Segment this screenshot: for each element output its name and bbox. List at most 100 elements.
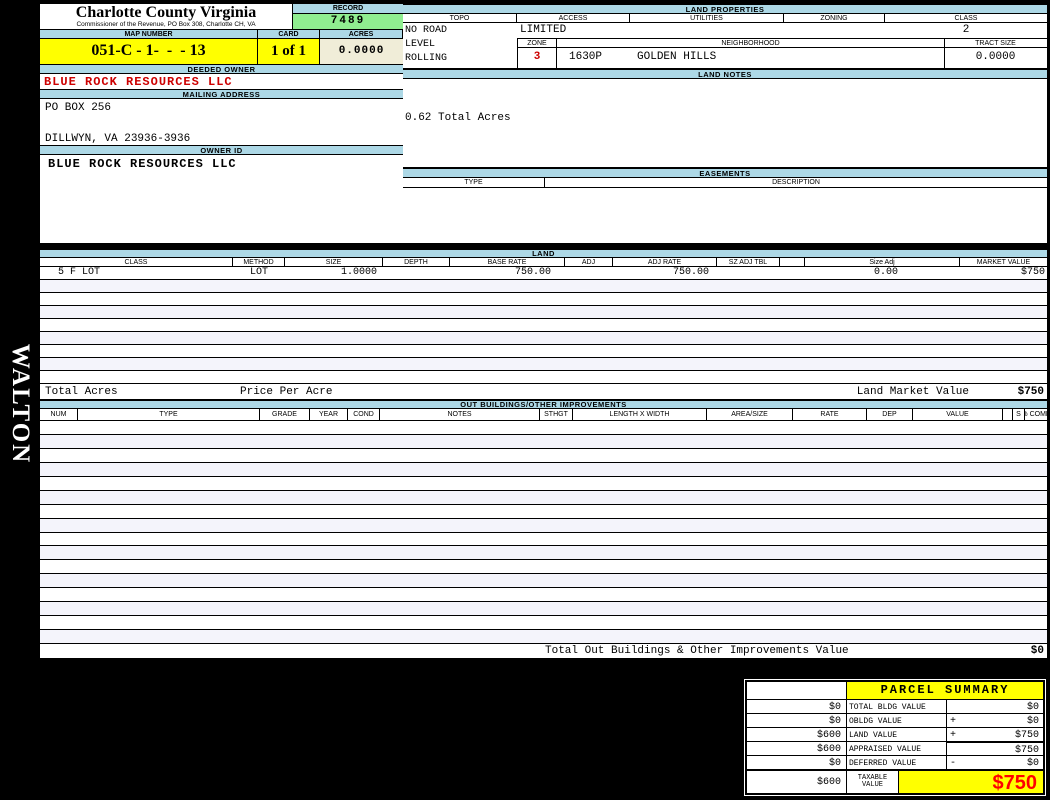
column-header-type: TYPE: [403, 178, 545, 187]
total-acres-label: Total Acres: [45, 385, 118, 398]
land-base-rate: 750.00: [514, 267, 551, 278]
parcel-summary-row: $600 APPRAISED VALUE $750: [747, 741, 1043, 756]
empty-table-row: [40, 602, 1047, 617]
owner-card: Charlotte County Virginia Commissioner o…: [40, 4, 403, 243]
deeded-owner-section-bar: DEEDED OWNER: [40, 64, 403, 74]
ob-column-header: AREA/SIZE: [707, 409, 793, 420]
out-buildings-section-bar: OUT BUILDINGS/OTHER IMPROVEMENTS: [40, 400, 1047, 409]
out-buildings-total-label: Total Out Buildings & Other Improvements…: [545, 645, 849, 657]
title-row: Charlotte County Virginia Commissioner o…: [40, 4, 403, 29]
column-header-utilities: UTILITIES: [630, 14, 784, 22]
neighborhood-name: GOLDEN HILLS: [637, 51, 717, 63]
mailing-address-section-bar: MAILING ADDRESS: [40, 89, 403, 99]
column-header-access: ACCESS: [517, 14, 630, 22]
row-op-value: $0: [947, 700, 1043, 713]
land-market-value-label: Land Market Value: [856, 385, 969, 398]
taxable-value-label: TAXABLE VALUE: [847, 771, 899, 793]
empty-table-row: [40, 448, 1047, 463]
prior-value: $0: [747, 700, 847, 713]
topo-value: NO ROAD: [405, 25, 448, 36]
topo-value: LEVEL: [405, 39, 436, 50]
easements-header-row: TYPE DESCRIPTION: [403, 178, 1047, 188]
zone-label: ZONE: [517, 39, 557, 47]
land-spacer: [780, 267, 805, 279]
map-number-label: MAP NUMBER: [40, 30, 258, 38]
row-value: $0: [1026, 716, 1039, 727]
land-empty-rows: [40, 280, 1047, 384]
land-column-header: ADJ RATE: [613, 258, 717, 266]
parcel-summary-row: $0 OBLDG VALUE + $0: [747, 713, 1043, 727]
land-class: 5 F LOT: [58, 267, 101, 278]
commissioner-line: Commissioner of the Revenue, PO Box 308,…: [76, 21, 256, 28]
ob-column-header: TYPE: [78, 409, 260, 420]
column-header-zoning: ZONING: [784, 14, 885, 22]
land-properties-card: LAND PROPERTIES TOPO ACCESS UTILITIES ZO…: [403, 4, 1047, 243]
taxable-label-line2: VALUE: [861, 781, 883, 789]
land-column-header: ADJ: [565, 258, 613, 266]
deeded-owner-value: BLUE ROCK RESOURCES LLC: [44, 75, 233, 89]
land-size-adj: 0.00: [873, 267, 898, 278]
empty-table-row: [40, 332, 1047, 345]
land-column-header: CLASS: [40, 258, 233, 266]
column-header-description: DESCRIPTION: [772, 179, 820, 186]
parcel-summary-title: PARCEL SUMMARY: [847, 682, 1043, 699]
empty-table-row: [40, 630, 1047, 644]
vertical-county-label: WALTON: [7, 343, 35, 465]
empty-table-row: [40, 280, 1047, 293]
map-number-value: 051-C - 1- - - 13: [40, 39, 258, 64]
ob-column-header: DEP: [867, 409, 913, 420]
mailing-address-line2: DILLWYN, VA 23936-3936: [45, 133, 191, 145]
empty-table-row: [40, 434, 1047, 449]
out-buildings-empty-rows: [40, 421, 1047, 644]
land-column-header: [780, 258, 805, 266]
empty-table-row: [40, 293, 1047, 306]
land-column-header: SZ ADJ TBL: [717, 258, 780, 266]
row-label: OBLDG VALUE: [847, 714, 947, 727]
neighborhood-value: 1630P GOLDEN HILLS: [557, 48, 945, 68]
land-market-value: $750: [1020, 267, 1045, 278]
county-title: Charlotte County Virginia: [75, 4, 257, 21]
record-value: 7489: [293, 14, 403, 29]
land-table-row: 5 F LOT LOT 1.0000 750.00 750.00 0.00 $7…: [40, 267, 1047, 280]
card-label: CARD: [258, 30, 320, 38]
empty-table-row: [40, 518, 1047, 533]
empty-table-row: [40, 616, 1047, 631]
zone-neighborhood-value-row: 3 1630P GOLDEN HILLS 0.0000: [517, 48, 1047, 68]
empty-table-row: [40, 319, 1047, 332]
land-column-header: BASE RATE: [450, 258, 565, 266]
empty-table-row: [40, 306, 1047, 319]
row-label: TOTAL BLDG VALUE: [847, 700, 947, 713]
title-block: Charlotte County Virginia Commissioner o…: [40, 4, 292, 29]
empty-table-row: [40, 588, 1047, 603]
ob-column-header: LENGTH X WIDTH: [573, 409, 707, 420]
ob-column-header: NUM: [40, 409, 78, 420]
empty-table-row: [40, 421, 1047, 435]
prior-value: $0: [747, 756, 847, 769]
class-value: 2: [962, 24, 970, 36]
parcel-summary-row: $0 TOTAL BLDG VALUE $0: [747, 699, 1043, 713]
row-op-value: $750: [947, 741, 1043, 756]
neighborhood-label: NEIGHBORHOOD: [557, 39, 945, 47]
land-size: 1.0000: [340, 267, 377, 278]
ob-column-header: STHGT: [540, 409, 573, 420]
land-method: LOT: [249, 267, 268, 278]
easements-empty-area: [403, 188, 1047, 243]
empty-table-row: [40, 371, 1047, 384]
parcel-summary-row: $600 LAND VALUE + $750: [747, 727, 1043, 741]
row-label: DEFERRED VALUE: [847, 756, 947, 769]
ob-column-header: S: [1013, 409, 1025, 420]
row-op-value: + $0: [947, 714, 1043, 727]
map-card-acres-header-row: MAP NUMBER CARD ACRES: [40, 29, 403, 39]
row-op-value: + $750: [947, 728, 1043, 741]
land-adj: [565, 267, 613, 279]
easements-section-bar: EASEMENTS: [403, 168, 1047, 178]
out-buildings-total-row: Total Out Buildings & Other Improvements…: [40, 644, 1047, 658]
empty-table-row: [40, 345, 1047, 358]
owner-id-value: BLUE ROCK RESOURCES LLC: [48, 157, 237, 171]
ob-column-header: VALUE: [913, 409, 1003, 420]
ob-column-header: COND: [348, 409, 380, 420]
row-operator: +: [950, 730, 957, 741]
record-label: RECORD: [293, 4, 403, 14]
row-value: $0: [1026, 758, 1039, 769]
land-column-header: METHOD: [233, 258, 285, 266]
